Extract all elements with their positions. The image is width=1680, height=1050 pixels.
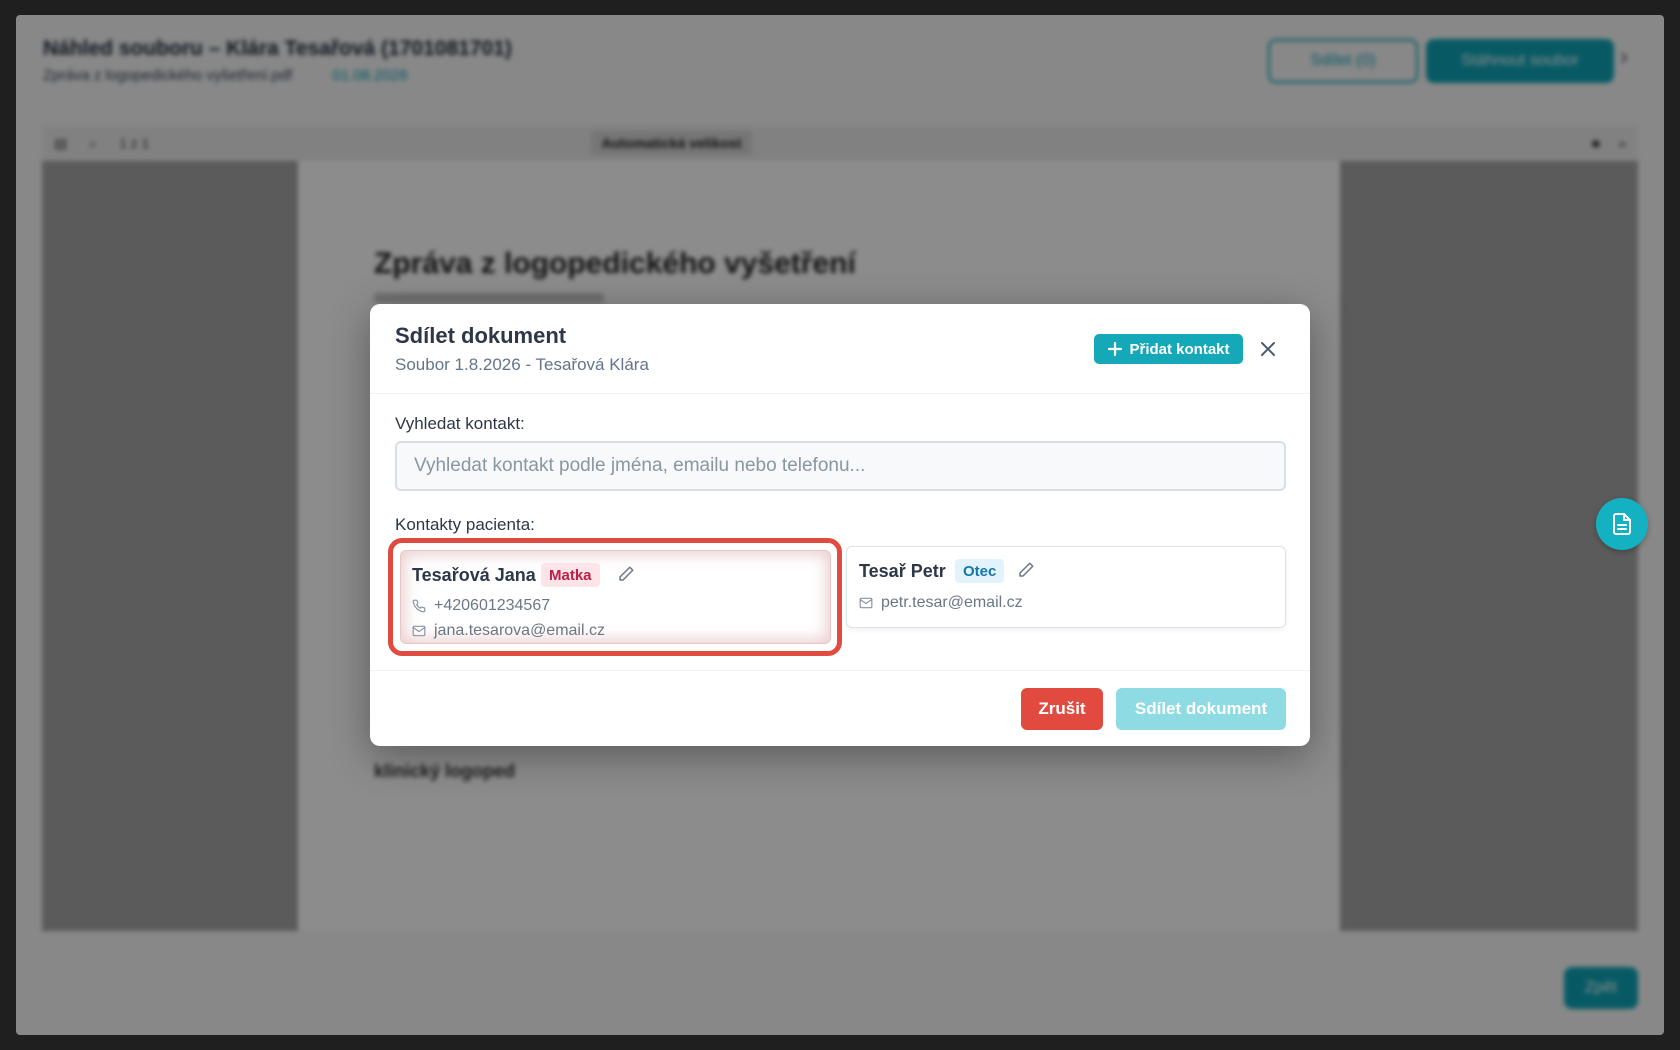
share-document-button[interactable]: Sdílet dokument <box>1116 688 1286 730</box>
patient-contacts-label: Kontakty pacienta: <box>395 515 535 534</box>
contact-phone-row: +420601234567 <box>412 597 550 615</box>
contact-card-petr[interactable]: Tesař Petr Otec petr.tesar@email.cz <box>846 546 1286 628</box>
contact-search-input[interactable] <box>395 441 1286 491</box>
contact-name: Tesařová Jana <box>412 565 536 585</box>
add-contact-button[interactable]: Přidat kontakt <box>1094 334 1243 364</box>
modal-subtitle: Soubor 1.8.2026 - Tesařová Klára <box>395 355 649 374</box>
contact-card-jana[interactable]: Tesařová Jana Matka +420601234567 jana.t… <box>400 550 831 644</box>
contact-email-row: petr.tesar@email.cz <box>859 594 1023 612</box>
mail-icon <box>412 625 426 637</box>
contact-phone: +420601234567 <box>434 597 551 614</box>
contact-name: Tesař Petr <box>859 561 946 581</box>
edit-icon[interactable] <box>617 565 635 583</box>
close-icon <box>1261 342 1275 356</box>
contact-email: petr.tesar@email.cz <box>881 594 1023 611</box>
modal-title: Sdílet dokument <box>395 323 567 348</box>
document-fab-button[interactable] <box>1596 498 1648 550</box>
mail-icon <box>859 597 873 609</box>
relation-badge: Matka <box>541 563 600 587</box>
add-contact-label: Přidat kontakt <box>1129 340 1230 358</box>
plus-icon <box>1108 341 1123 357</box>
relation-badge: Otec <box>955 559 1005 583</box>
contact-email: jana.tesarova@email.cz <box>434 622 605 639</box>
edit-icon[interactable] <box>1017 561 1035 579</box>
cancel-button[interactable]: Zrušit <box>1021 688 1103 730</box>
contact-email-row: jana.tesarova@email.cz <box>412 622 605 640</box>
share-document-modal: Sdílet dokument Soubor 1.8.2026 - Tesařo… <box>370 304 1310 746</box>
modal-header: Sdílet dokument Soubor 1.8.2026 - Tesařo… <box>370 304 1310 394</box>
search-label: Vyhledat kontakt: <box>395 414 525 433</box>
document-icon <box>1613 513 1631 535</box>
phone-icon <box>412 599 426 613</box>
close-button[interactable] <box>1256 337 1280 361</box>
modal-footer: Zrušit Sdílet dokument <box>370 670 1310 746</box>
